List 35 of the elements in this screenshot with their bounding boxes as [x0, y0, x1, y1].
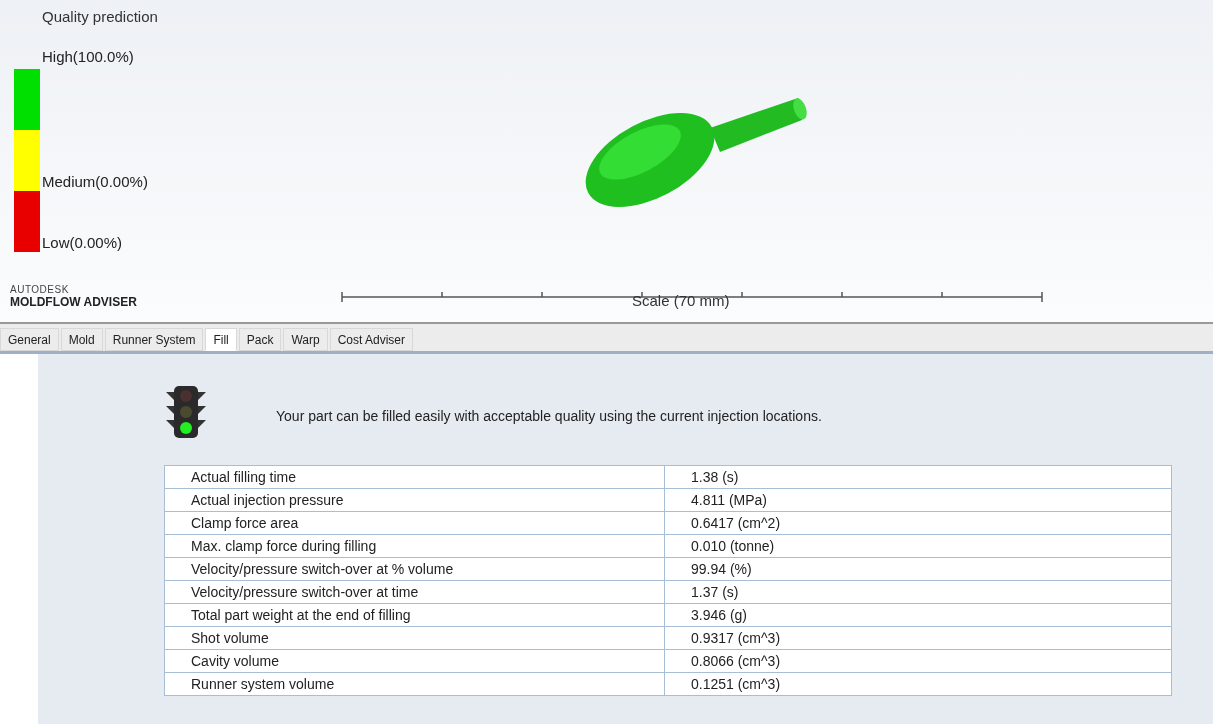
legend-label: Low(0.00%) [42, 233, 123, 252]
traffic-light-icon [164, 384, 208, 440]
value-cell: 0.010 (tonne) [664, 534, 1172, 558]
label-cell: Actual injection pressure [164, 488, 665, 512]
tab[interactable]: Pack [238, 328, 282, 351]
value-cell: 4.811 (MPa) [664, 488, 1172, 512]
label-cell: Velocity/pressure switch-over at time [164, 580, 665, 604]
result-message: Your part can be filled easily with acceptable quality using the current injection locations. [276, 407, 822, 426]
value-cell: 1.37 (s) [664, 580, 1172, 604]
brand-label: AUTODESK [10, 284, 70, 296]
tab[interactable]: Mold [60, 328, 103, 351]
label-cell: Cavity volume [164, 649, 665, 673]
tab[interactable]: Warp [283, 328, 328, 351]
label-cell: Velocity/pressure switch-over at % volume [164, 557, 665, 581]
value-cell: 0.9317 (cm^3) [664, 626, 1172, 650]
label-cell: Clamp force area [164, 511, 665, 535]
label-cell: Max. clamp force during filling [164, 534, 665, 558]
label-cell: Actual filling time [164, 465, 665, 489]
value-cell: 0.8066 (cm^3) [664, 649, 1172, 673]
product-name: MOLDFLOW ADVISER [10, 296, 137, 308]
tab[interactable]: Runner System [104, 328, 204, 351]
legend-label: Medium(0.00%) [42, 172, 148, 191]
label-cell: Shot volume [164, 626, 665, 650]
tab[interactable]: General [0, 328, 59, 351]
legend-title: Quality prediction [42, 7, 158, 27]
tab[interactable]: Fill [205, 328, 237, 351]
label-cell: Total part weight at the end of filling [164, 603, 665, 627]
value-cell: 1.38 (s) [664, 465, 1172, 489]
tab[interactable]: Cost Adviser [329, 328, 414, 351]
legend-label: High(100.0%) [42, 47, 134, 67]
value-cell: 99.94 (%) [664, 557, 1172, 581]
value-cell: 3.946 (g) [664, 603, 1172, 627]
value-cell: 0.6417 (cm^2) [664, 511, 1172, 535]
label-cell: Runner system volume [164, 672, 665, 696]
value-cell: 0.1251 (cm^3) [664, 672, 1172, 696]
